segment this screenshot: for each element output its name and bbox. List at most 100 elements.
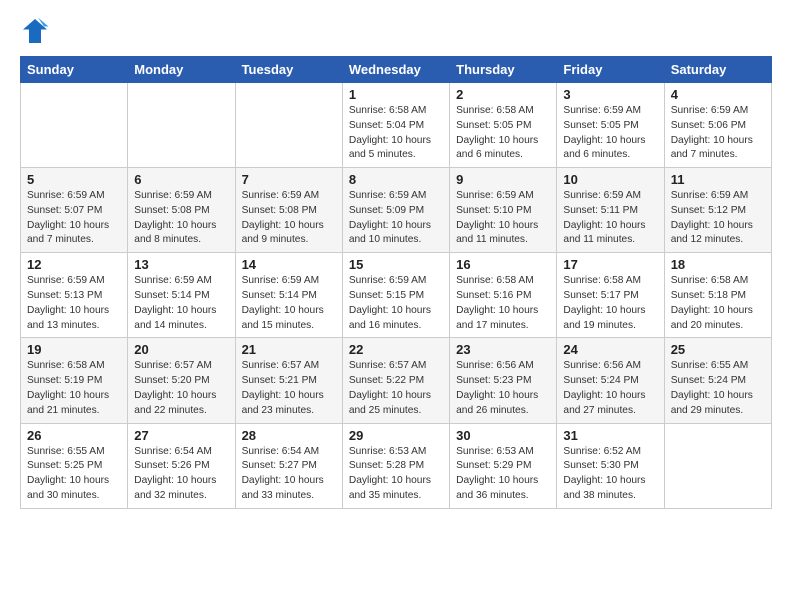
day-cell: 18Sunrise: 6:58 AM Sunset: 5:18 PM Dayli… [664, 253, 771, 338]
day-info: Sunrise: 6:59 AM Sunset: 5:11 PM Dayligh… [563, 189, 657, 248]
day-number: 6 [134, 172, 228, 187]
day-cell: 28 Sunrise: 6:54 AM Sunset: 5:27 PM Dayli… [235, 423, 342, 508]
logo-icon [20, 16, 50, 46]
day-info: Sunrise: 6:54 AM Sunset: 5:26 PM Dayligh… [134, 445, 228, 504]
day-cell: 5 Sunrise: 6:59 AM Sunset: 5:07 PM Daylig… [21, 168, 128, 253]
day-info: Sunrise: 6:57 AM Sunset: 5:21 PM Dayligh… [242, 359, 336, 418]
day-number: 22 [349, 342, 443, 357]
day-number: 17 [563, 257, 657, 272]
col-header-wednesday: Wednesday [342, 57, 449, 83]
week-row-5: 26 Sunrise: 6:55 AM Sunset: 5:25 PM Dayli… [21, 423, 772, 508]
day-cell [235, 83, 342, 168]
day-number: 27 [134, 428, 228, 443]
day-number: 28 [242, 428, 336, 443]
day-info: Sunrise: 6:59 AM Sunset: 5:05 PM Dayligh… [563, 104, 657, 163]
day-info: Sunrise: 6:59 AM Sunset: 5:14 PM Dayligh… [242, 274, 336, 333]
day-number: 4 [671, 87, 765, 102]
day-cell: 14 Sunrise: 6:59 AM Sunset: 5:14 PM Dayli… [235, 253, 342, 338]
day-cell: 19Sunrise: 6:58 AM Sunset: 5:19 PM Dayli… [21, 338, 128, 423]
day-number: 3 [563, 87, 657, 102]
day-number: 11 [671, 172, 765, 187]
week-row-1: 1 Sunrise: 6:58 AM Sunset: 5:04 PM Daylig… [21, 83, 772, 168]
day-info: Sunrise: 6:57 AM Sunset: 5:20 PM Dayligh… [134, 359, 228, 418]
day-info: Sunrise: 6:53 AM Sunset: 5:28 PM Dayligh… [349, 445, 443, 504]
day-number: 8 [349, 172, 443, 187]
day-info: Sunrise: 6:58 AM Sunset: 5:16 PM Dayligh… [456, 274, 550, 333]
day-info: Sunrise: 6:59 AM Sunset: 5:09 PM Dayligh… [349, 189, 443, 248]
day-cell: 22 Sunrise: 6:57 AM Sunset: 5:22 PM Dayli… [342, 338, 449, 423]
day-info: Sunrise: 6:55 AM Sunset: 5:25 PM Dayligh… [27, 445, 121, 504]
logo [20, 16, 54, 46]
day-info: Sunrise: 6:59 AM Sunset: 5:15 PM Dayligh… [349, 274, 443, 333]
day-info: Sunrise: 6:59 AM Sunset: 5:08 PM Dayligh… [134, 189, 228, 248]
day-info: Sunrise: 6:58 AM Sunset: 5:05 PM Dayligh… [456, 104, 550, 163]
col-header-friday: Friday [557, 57, 664, 83]
day-cell: 15 Sunrise: 6:59 AM Sunset: 5:15 PM Dayli… [342, 253, 449, 338]
week-row-2: 5 Sunrise: 6:59 AM Sunset: 5:07 PM Daylig… [21, 168, 772, 253]
col-header-sunday: Sunday [21, 57, 128, 83]
day-info: Sunrise: 6:59 AM Sunset: 5:12 PM Dayligh… [671, 189, 765, 248]
col-header-thursday: Thursday [450, 57, 557, 83]
day-cell: 16Sunrise: 6:58 AM Sunset: 5:16 PM Dayli… [450, 253, 557, 338]
day-info: Sunrise: 6:56 AM Sunset: 5:23 PM Dayligh… [456, 359, 550, 418]
day-cell: 4 Sunrise: 6:59 AM Sunset: 5:06 PM Daylig… [664, 83, 771, 168]
day-number: 25 [671, 342, 765, 357]
day-info: Sunrise: 6:56 AM Sunset: 5:24 PM Dayligh… [563, 359, 657, 418]
week-row-3: 12 Sunrise: 6:59 AM Sunset: 5:13 PM Dayli… [21, 253, 772, 338]
day-cell: 13Sunrise: 6:59 AM Sunset: 5:14 PM Dayli… [128, 253, 235, 338]
day-cell: 27 Sunrise: 6:54 AM Sunset: 5:26 PM Dayli… [128, 423, 235, 508]
day-number: 26 [27, 428, 121, 443]
day-cell: 26 Sunrise: 6:55 AM Sunset: 5:25 PM Dayli… [21, 423, 128, 508]
day-number: 23 [456, 342, 550, 357]
header [20, 16, 772, 46]
day-number: 20 [134, 342, 228, 357]
day-info: Sunrise: 6:59 AM Sunset: 5:06 PM Dayligh… [671, 104, 765, 163]
day-cell: 2 Sunrise: 6:58 AM Sunset: 5:05 PM Daylig… [450, 83, 557, 168]
day-info: Sunrise: 6:58 AM Sunset: 5:04 PM Dayligh… [349, 104, 443, 163]
day-cell: 30 Sunrise: 6:53 AM Sunset: 5:29 PM Dayli… [450, 423, 557, 508]
day-number: 30 [456, 428, 550, 443]
col-header-tuesday: Tuesday [235, 57, 342, 83]
col-header-saturday: Saturday [664, 57, 771, 83]
day-cell [128, 83, 235, 168]
day-number: 12 [27, 257, 121, 272]
day-cell: 21 Sunrise: 6:57 AM Sunset: 5:21 PM Dayli… [235, 338, 342, 423]
day-cell: 12 Sunrise: 6:59 AM Sunset: 5:13 PM Dayli… [21, 253, 128, 338]
day-cell [21, 83, 128, 168]
day-info: Sunrise: 6:59 AM Sunset: 5:13 PM Dayligh… [27, 274, 121, 333]
day-cell: 29Sunrise: 6:53 AM Sunset: 5:28 PM Dayli… [342, 423, 449, 508]
day-info: Sunrise: 6:54 AM Sunset: 5:27 PM Dayligh… [242, 445, 336, 504]
day-cell: 25 Sunrise: 6:55 AM Sunset: 5:24 PM Dayli… [664, 338, 771, 423]
day-cell: 7 Sunrise: 6:59 AM Sunset: 5:08 PM Daylig… [235, 168, 342, 253]
day-cell: 17 Sunrise: 6:58 AM Sunset: 5:17 PM Dayli… [557, 253, 664, 338]
day-cell: 3 Sunrise: 6:59 AM Sunset: 5:05 PM Daylig… [557, 83, 664, 168]
day-cell: 31Sunrise: 6:52 AM Sunset: 5:30 PM Dayli… [557, 423, 664, 508]
day-info: Sunrise: 6:59 AM Sunset: 5:10 PM Dayligh… [456, 189, 550, 248]
day-number: 15 [349, 257, 443, 272]
day-info: Sunrise: 6:59 AM Sunset: 5:14 PM Dayligh… [134, 274, 228, 333]
day-cell: 8 Sunrise: 6:59 AM Sunset: 5:09 PM Daylig… [342, 168, 449, 253]
day-number: 10 [563, 172, 657, 187]
day-info: Sunrise: 6:58 AM Sunset: 5:18 PM Dayligh… [671, 274, 765, 333]
week-row-4: 19Sunrise: 6:58 AM Sunset: 5:19 PM Dayli… [21, 338, 772, 423]
page: SundayMondayTuesdayWednesdayThursdayFrid… [0, 0, 792, 529]
day-cell: 23 Sunrise: 6:56 AM Sunset: 5:23 PM Dayli… [450, 338, 557, 423]
calendar-table: SundayMondayTuesdayWednesdayThursdayFrid… [20, 56, 772, 509]
header-row: SundayMondayTuesdayWednesdayThursdayFrid… [21, 57, 772, 83]
day-info: Sunrise: 6:55 AM Sunset: 5:24 PM Dayligh… [671, 359, 765, 418]
day-cell: 6 Sunrise: 6:59 AM Sunset: 5:08 PM Daylig… [128, 168, 235, 253]
day-number: 14 [242, 257, 336, 272]
day-cell: 9Sunrise: 6:59 AM Sunset: 5:10 PM Daylig… [450, 168, 557, 253]
day-cell: 24Sunrise: 6:56 AM Sunset: 5:24 PM Dayli… [557, 338, 664, 423]
day-number: 19 [27, 342, 121, 357]
day-number: 5 [27, 172, 121, 187]
day-info: Sunrise: 6:59 AM Sunset: 5:08 PM Dayligh… [242, 189, 336, 248]
day-info: Sunrise: 6:58 AM Sunset: 5:17 PM Dayligh… [563, 274, 657, 333]
day-info: Sunrise: 6:59 AM Sunset: 5:07 PM Dayligh… [27, 189, 121, 248]
day-number: 21 [242, 342, 336, 357]
day-info: Sunrise: 6:53 AM Sunset: 5:29 PM Dayligh… [456, 445, 550, 504]
day-number: 2 [456, 87, 550, 102]
day-info: Sunrise: 6:57 AM Sunset: 5:22 PM Dayligh… [349, 359, 443, 418]
day-number: 7 [242, 172, 336, 187]
day-number: 1 [349, 87, 443, 102]
